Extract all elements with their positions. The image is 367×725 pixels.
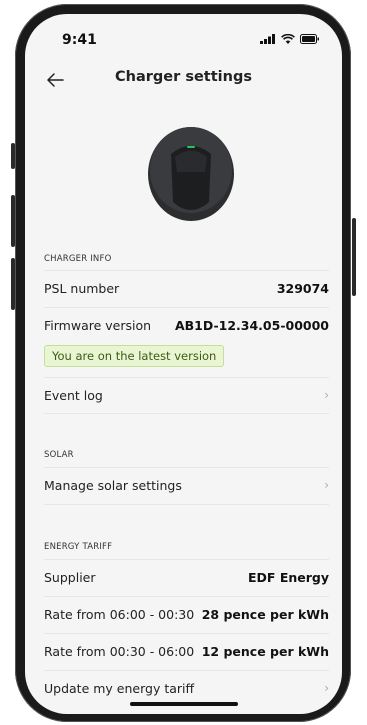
firmware-value: AB1D-12.34.05-00000 bbox=[174, 318, 329, 333]
rate-day-value: 28 pence per kWh bbox=[201, 607, 329, 622]
phone-power-button bbox=[352, 218, 356, 296]
home-indicator[interactable] bbox=[130, 702, 238, 706]
supplier-value: EDF Energy bbox=[248, 570, 329, 585]
section-solar: SOLAR bbox=[44, 450, 74, 460]
phone-mute-switch bbox=[11, 143, 15, 169]
row-manage-solar[interactable]: Manage solar settings › bbox=[44, 467, 329, 504]
chevron-right-icon: › bbox=[324, 478, 329, 492]
psl-label: PSL number bbox=[44, 281, 120, 296]
firmware-status-badge: You are on the latest version bbox=[44, 345, 225, 367]
header: Charger settings bbox=[25, 66, 342, 96]
divider bbox=[44, 504, 329, 505]
cellular-signal-icon bbox=[260, 34, 275, 44]
row-event-log[interactable]: Event log › bbox=[44, 377, 329, 414]
event-log-label: Event log bbox=[44, 388, 103, 403]
status-icons bbox=[260, 34, 320, 44]
manage-solar-label: Manage solar settings bbox=[44, 478, 182, 493]
rate-night-label: Rate from 00:30 - 06:00 bbox=[44, 644, 195, 659]
row-rate-night: Rate from 00:30 - 06:00 12 pence per kWh bbox=[44, 633, 329, 670]
row-firmware-version: Firmware version AB1D-12.34.05-00000 bbox=[44, 307, 329, 344]
row-rate-day: Rate from 06:00 - 00:30 28 pence per kWh bbox=[44, 596, 329, 633]
row-supplier: Supplier EDF Energy bbox=[44, 559, 329, 596]
update-tariff-label: Update my energy tariff bbox=[44, 681, 195, 696]
firmware-label: Firmware version bbox=[44, 318, 152, 333]
chevron-right-icon: › bbox=[324, 388, 329, 402]
rate-night-value: 12 pence per kWh bbox=[201, 644, 329, 659]
page-title: Charger settings bbox=[115, 69, 252, 85]
battery-icon bbox=[300, 34, 319, 44]
psl-value: 329074 bbox=[276, 281, 329, 296]
status-time: 9:41 bbox=[62, 32, 97, 48]
section-charger-info: CHARGER INFO bbox=[44, 254, 112, 264]
phone-volume-up bbox=[11, 195, 15, 247]
app-screen: 9:41 Charger settings CHARGER INFO PSL n… bbox=[25, 14, 342, 714]
section-energy-tariff: ENERGY TARIFF bbox=[44, 542, 113, 552]
charger-image bbox=[148, 127, 234, 221]
rate-day-label: Rate from 06:00 - 00:30 bbox=[44, 607, 195, 622]
status-bar: 9:41 bbox=[25, 14, 342, 58]
charger-led bbox=[187, 146, 195, 148]
supplier-label: Supplier bbox=[44, 570, 96, 585]
divider bbox=[44, 413, 329, 414]
row-psl-number: PSL number 329074 bbox=[44, 270, 329, 307]
chevron-right-icon: › bbox=[324, 681, 329, 695]
phone-volume-down bbox=[11, 258, 15, 310]
wifi-icon bbox=[281, 34, 295, 44]
